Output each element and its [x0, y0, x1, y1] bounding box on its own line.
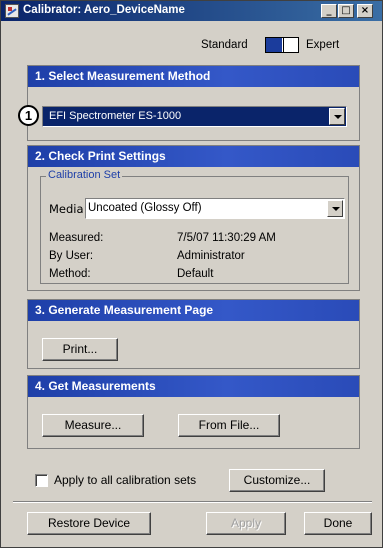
method-value: Default — [177, 268, 214, 280]
chevron-down-icon[interactable] — [327, 200, 343, 217]
calibration-set-group: Calibration Set Media Uncoated (Glossy O… — [40, 169, 349, 284]
callout-badge: 1 — [18, 105, 39, 126]
method-select-value: EFI Spectrometer ES-1000 — [49, 110, 182, 122]
expert-mode-label: Expert — [306, 39, 340, 51]
mode-toggle[interactable] — [265, 37, 299, 53]
media-select[interactable]: Uncoated (Glossy Off) — [85, 198, 345, 219]
section2-header: 2. Check Print Settings — [28, 146, 359, 167]
customize-button[interactable]: Customize... — [229, 469, 325, 492]
minimize-button[interactable]: _ — [321, 4, 337, 18]
section3-header: 3. Generate Measurement Page — [28, 300, 359, 321]
method-label: Method: — [49, 268, 91, 280]
calibrator-window: Calibrator: Aero_DeviceName _ □ × Standa… — [0, 0, 383, 548]
by-user-label: By User: — [49, 250, 94, 262]
toggle-knob — [266, 38, 282, 52]
maximize-button[interactable]: □ — [338, 4, 354, 18]
restore-device-button[interactable]: Restore Device — [27, 512, 151, 535]
footer-divider — [13, 501, 372, 503]
section4-header: 4. Get Measurements — [28, 376, 359, 397]
toggle-track — [283, 38, 298, 52]
chevron-down-icon[interactable] — [329, 108, 345, 125]
title-bar[interactable]: Calibrator: Aero_DeviceName _ □ × — [1, 1, 382, 21]
close-button[interactable]: × — [357, 4, 373, 18]
apply-button[interactable]: Apply — [206, 512, 286, 535]
from-file-button[interactable]: From File... — [178, 414, 280, 437]
measured-label: Measured: — [49, 232, 104, 244]
media-label: Media — [49, 202, 84, 216]
media-select-value: Uncoated (Glossy Off) — [88, 202, 202, 214]
done-button[interactable]: Done — [304, 512, 372, 535]
window-title: Calibrator: Aero_DeviceName — [23, 4, 185, 16]
select-method-panel: 1. Select Measurement Method EFI Spectro… — [27, 65, 360, 141]
measurement-method-select[interactable]: EFI Spectrometer ES-1000 — [42, 106, 347, 127]
check-print-settings-panel: 2. Check Print Settings Calibration Set … — [27, 145, 360, 291]
apply-all-checkbox[interactable] — [35, 474, 48, 487]
measure-button[interactable]: Measure... — [42, 414, 144, 437]
calibration-set-title: Calibration Set — [46, 169, 123, 181]
print-button[interactable]: Print... — [42, 338, 118, 361]
generate-page-panel: 3. Generate Measurement Page Print... — [27, 299, 360, 369]
standard-mode-label: Standard — [201, 39, 248, 51]
calibrator-app-icon — [5, 4, 19, 18]
section1-header: 1. Select Measurement Method — [28, 66, 359, 87]
measured-value: 7/5/07 11:30:29 AM — [177, 232, 276, 244]
apply-all-label[interactable]: Apply to all calibration sets — [54, 473, 196, 487]
get-measurements-panel: 4. Get Measurements Measure... From File… — [27, 375, 360, 449]
by-user-value: Administrator — [177, 250, 245, 262]
